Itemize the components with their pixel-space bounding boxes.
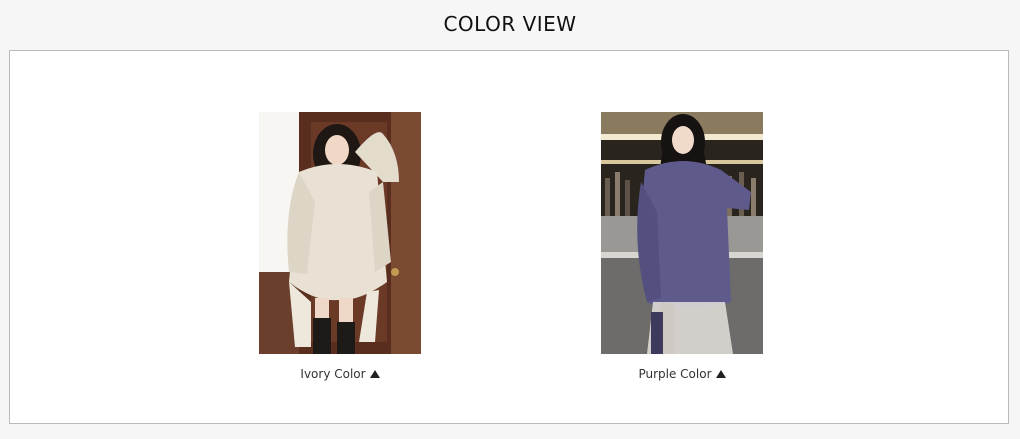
ivory-color-label[interactable]: Ivory Color bbox=[240, 367, 440, 381]
ivory-product-photo[interactable] bbox=[259, 112, 421, 354]
triangle-up-icon bbox=[369, 370, 380, 378]
triangle-up-icon bbox=[715, 370, 726, 378]
purple-product-photo[interactable] bbox=[601, 112, 763, 354]
section-title: COLOR VIEW bbox=[443, 12, 577, 36]
purple-color-text: Purple Color bbox=[638, 367, 712, 381]
color-view-page: COLOR VIEW Ivory Color Purple Color bbox=[0, 0, 1020, 439]
color-view-panel: Ivory Color Purple Color bbox=[9, 50, 1009, 424]
ivory-color-text: Ivory Color bbox=[300, 367, 366, 381]
purple-color-label[interactable]: Purple Color bbox=[582, 367, 782, 381]
